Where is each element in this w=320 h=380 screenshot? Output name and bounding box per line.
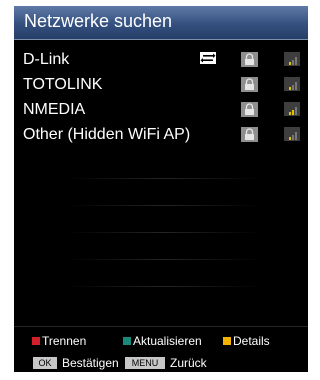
network-row-d-link[interactable]: D-Link xyxy=(14,48,308,73)
lock-icon xyxy=(241,77,258,92)
row-divider xyxy=(64,232,264,233)
signal-strength-icon xyxy=(284,77,300,91)
signal-strength-icon xyxy=(284,52,300,66)
disconnect-hint[interactable]: Trennen xyxy=(32,334,86,348)
refresh-hint[interactable]: Aktualisieren xyxy=(123,334,202,348)
network-row-nmedia[interactable]: NMEDIA xyxy=(14,98,308,123)
details-label: Details xyxy=(233,334,270,348)
network-name: D-Link xyxy=(23,51,70,68)
row-divider xyxy=(64,178,264,179)
refresh-label: Aktualisieren xyxy=(133,334,202,348)
details-hint[interactable]: Details xyxy=(223,334,270,348)
yellow-key-icon xyxy=(223,337,231,345)
footer-separator xyxy=(14,326,308,327)
lock-icon xyxy=(241,52,258,67)
disconnect-label: Trennen xyxy=(42,334,87,348)
green-key-icon xyxy=(123,337,131,345)
lock-icon xyxy=(241,102,258,117)
title-bar: Netzwerke suchen xyxy=(14,6,308,39)
red-key-icon xyxy=(32,337,40,345)
network-row-totolink[interactable]: TOTOLINK xyxy=(14,73,308,98)
network-row-hidden-ap[interactable]: Other (Hidden WiFi AP) xyxy=(14,123,308,148)
network-list: D-Link TOTOLINK NMEDIA Other (Hidden WiF… xyxy=(14,48,308,148)
dialog-title: Netzwerke suchen xyxy=(24,11,173,31)
network-search-dialog: Netzwerke suchen D-Link TOTOLINK NMEDIA … xyxy=(14,6,308,372)
row-divider xyxy=(64,259,264,260)
menu-key-badge[interactable]: MENU xyxy=(125,357,165,369)
transfer-arrows-icon xyxy=(200,52,216,64)
signal-strength-icon xyxy=(284,127,300,141)
lock-icon xyxy=(241,127,258,142)
signal-strength-icon xyxy=(284,102,300,116)
title-separator xyxy=(14,39,308,40)
network-name: NMEDIA xyxy=(23,101,86,118)
ok-key-badge[interactable]: OK xyxy=(33,357,57,369)
row-divider xyxy=(64,286,264,287)
confirm-label: Bestätigen xyxy=(62,356,119,370)
network-name: Other (Hidden WiFi AP) xyxy=(23,126,191,143)
back-label: Zurück xyxy=(170,356,207,370)
network-name: TOTOLINK xyxy=(23,76,103,93)
row-divider xyxy=(64,205,264,206)
